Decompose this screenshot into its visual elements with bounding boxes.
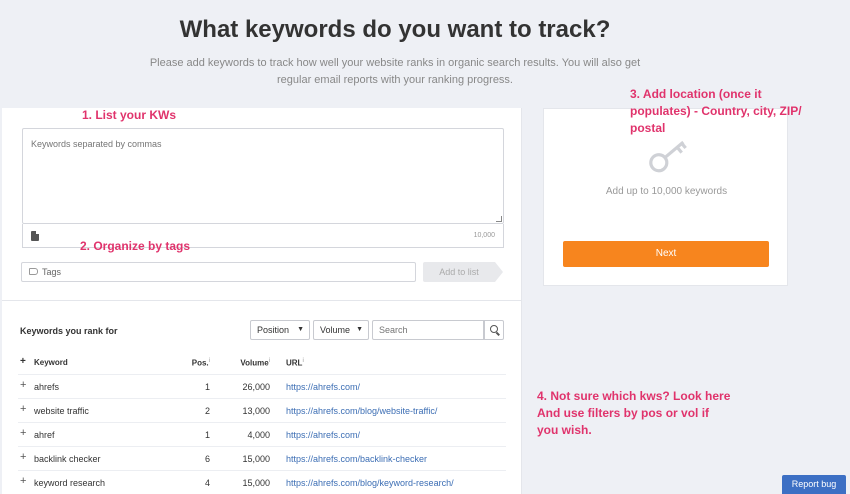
page-subtitle: Please add keywords to track how well yo… [145,55,645,89]
subtitle-line-2: regular email reports with your ranking … [277,74,513,86]
row-keyword: website traffic [34,406,89,416]
keywords-textarea[interactable] [22,128,504,224]
row-url-link[interactable]: https://ahrefs.com/blog/website-traffic/ [286,406,437,416]
annotation-list-kws: 1. List your KWs [82,108,177,122]
annotation-line: 3. Add location (once it [630,87,762,101]
add-all-icon[interactable]: + [20,356,26,367]
keyword-entry-panel: 10,000 Tags Add to list Keywords you ran… [2,108,522,494]
keyword-limit-caption: Add up to 10,000 keywords [605,186,728,197]
add-keyword-icon[interactable]: + [20,451,26,463]
annotation-add-location: 3. Add location (once it populates) - Co… [630,86,802,137]
row-url-link[interactable]: https://ahrefs.com/ [286,430,360,440]
volume-filter-label: Volume [320,325,351,335]
column-volume-label: Volume [240,358,269,368]
column-pos[interactable]: Pos.i [178,358,210,368]
row-volume: 15,000 [242,478,270,488]
table-row: + keyword research 4 15,000 https://ahre… [18,470,506,494]
annotation-line: And use filters by pos or vol if [537,406,710,420]
chevron-down-icon: ▼ [356,326,363,333]
add-keyword-icon[interactable]: + [20,379,26,391]
annotation-line: postal [630,121,666,135]
table-row: + backlink checker 6 15,000 https://ahre… [18,446,506,470]
row-keyword: backlink checker [34,454,101,464]
column-keyword[interactable]: Keyword [34,358,68,367]
row-volume: 13,000 [242,406,270,416]
file-upload-icon[interactable] [31,231,39,241]
row-keyword: ahref [34,430,55,440]
row-volume: 15,000 [242,454,270,464]
search-button[interactable] [484,320,504,340]
search-input[interactable] [372,320,484,340]
tags-input[interactable]: Tags [21,262,416,282]
tag-icon [29,268,38,275]
char-limit: 10,000 [473,232,495,239]
table-row: + ahrefs 1 26,000 https://ahrefs.com/ [18,374,506,398]
chevron-down-icon: ▼ [297,326,304,333]
row-volume: 26,000 [242,382,270,392]
add-to-list-button[interactable]: Add to list [423,262,503,282]
annotation-line: you wish. [537,423,592,437]
rank-section-title: Keywords you rank for [20,326,118,336]
row-url-link[interactable]: https://ahrefs.com/blog/keyword-research… [286,478,454,488]
next-button[interactable]: Next [563,241,769,267]
key-icon [649,140,687,173]
info-icon: i [302,358,304,364]
add-keyword-icon[interactable]: + [20,427,26,439]
info-icon: i [268,358,270,364]
add-keyword-icon[interactable]: + [20,475,26,487]
row-keyword: ahrefs [34,382,60,392]
annotation-line: 4. Not sure which kws? Look here [537,389,731,403]
table-row: + ahref 1 4,000 https://ahrefs.com/ [18,422,506,446]
row-pos: 2 [204,406,210,416]
tags-placeholder: Tags [42,267,62,277]
row-volume: 4,000 [247,430,270,440]
report-bug-button[interactable]: Report bug [782,475,846,494]
volume-filter-dropdown[interactable]: Volume ▼ [313,320,369,340]
annotation-line: populates) - Country, city, ZIP/ [630,104,802,118]
column-url[interactable]: URLi [286,358,304,368]
row-pos: 1 [204,430,210,440]
row-pos: 6 [204,454,210,464]
row-pos: 4 [204,478,210,488]
subtitle-line-1: Please add keywords to track how well yo… [149,57,641,69]
position-filter-dropdown[interactable]: Position ▼ [250,320,310,340]
row-url-link[interactable]: https://ahrefs.com/backlink-checker [286,454,427,464]
row-keyword: keyword research [34,478,106,488]
resize-handle[interactable] [496,216,502,222]
annotation-filter-tips: 4. Not sure which kws? Look here And use… [537,388,730,439]
position-filter-label: Position [257,325,290,335]
section-divider [2,300,522,301]
info-icon: i [208,358,210,364]
add-keyword-icon[interactable]: + [20,403,26,415]
table-header: + Keyword Pos.i Volumei URLi [18,356,506,372]
table-row: + website traffic 2 13,000 https://ahref… [18,398,506,422]
row-pos: 1 [204,382,210,392]
annotation-organize-tags: 2. Organize by tags [80,239,191,253]
column-url-label: URL [286,358,303,368]
column-pos-label: Pos. [191,358,209,368]
search-icon-handle [496,331,500,336]
page-title: What keywords do you want to track? [179,16,611,43]
row-url-link[interactable]: https://ahrefs.com/ [286,382,360,392]
column-volume[interactable]: Volumei [218,358,270,368]
